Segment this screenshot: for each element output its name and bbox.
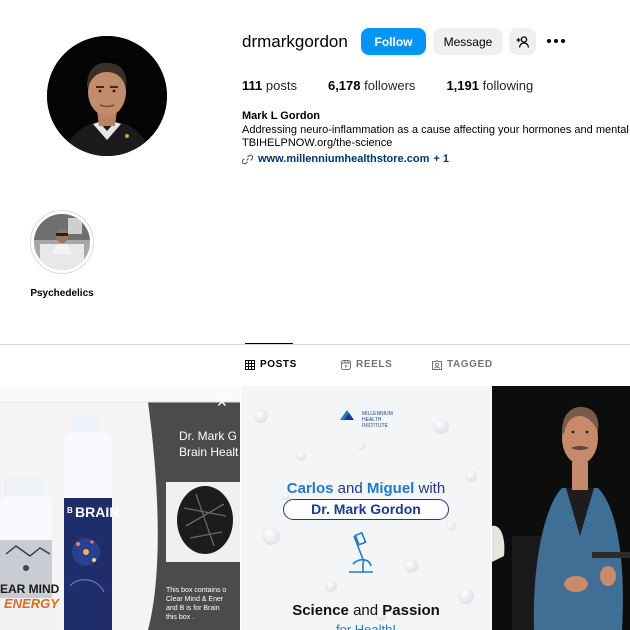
- link-more[interactable]: + 1: [433, 153, 449, 165]
- post2-subheadline: Science and Passion: [241, 602, 491, 619]
- highlight-psychedelics[interactable]: [30, 210, 94, 274]
- bottle-clear-label: EAR MIND: [0, 582, 60, 596]
- profile-stats: 111 posts 6,178 followers 1,191 followin…: [242, 78, 564, 93]
- post1-caption-line: and B is for Brain: [166, 605, 220, 612]
- person-add-icon: [516, 35, 529, 48]
- post2-logo-text: MILLENNIUM HEALTH INSTITUTE: [362, 411, 393, 429]
- profile-link[interactable]: www.millenniumhealthstore.com + 1: [242, 153, 449, 165]
- post2-word: Miguel: [366, 480, 415, 497]
- bottle-energy-label: ENERGY: [4, 596, 59, 611]
- post1-caption-line: this box .: [166, 614, 195, 621]
- close-icon: ✕: [216, 394, 228, 410]
- post-tile[interactable]: [492, 386, 630, 630]
- bottle-brain-prefix: B: [67, 506, 73, 515]
- post2-word: Science: [292, 602, 349, 619]
- more-dot: [554, 39, 558, 43]
- profile-username: drmarkgordon: [242, 32, 348, 51]
- post1-title: Dr. Mark G Brain Healt: [179, 428, 238, 460]
- profile-avatar[interactable]: [47, 36, 167, 156]
- tab-reels[interactable]: REELS: [341, 359, 392, 370]
- post1-title-line: Brain Healt: [179, 445, 239, 459]
- reels-icon: [341, 359, 351, 370]
- highlight-cover: [34, 214, 90, 270]
- post1-caption-line: This box contains o: [166, 587, 227, 594]
- suggest-user-button[interactable]: [509, 28, 536, 55]
- more-horizontal-icon: [547, 39, 551, 43]
- post2-word: Carlos: [286, 480, 334, 497]
- post1-title-line: Dr. Mark G: [179, 429, 238, 443]
- link-chain-icon: [242, 154, 253, 165]
- post2-headline: Carlos and Miguel with: [241, 480, 491, 497]
- message-button[interactable]: Message: [433, 28, 503, 55]
- post-image: [492, 386, 630, 630]
- post2-word: and: [337, 480, 363, 497]
- grid-icon: [245, 359, 255, 370]
- tab-tagged[interactable]: TAGGED: [432, 359, 493, 370]
- tab-label: TAGGED: [447, 359, 493, 370]
- more-dot: [561, 39, 565, 43]
- more-options-button[interactable]: [545, 31, 567, 51]
- follow-button[interactable]: Follow: [361, 28, 426, 55]
- tabs-divider: [0, 344, 630, 345]
- post2-word: with: [418, 480, 446, 497]
- post1-caption-line: Clear Mind & Ener: [166, 596, 224, 603]
- followers-count[interactable]: 6,178 followers: [328, 78, 415, 93]
- profile-full-name: Mark L Gordon: [242, 110, 321, 122]
- link-url[interactable]: www.millenniumhealthstore.com: [258, 153, 429, 165]
- post2-word: Passion: [382, 602, 440, 619]
- tab-label: REELS: [356, 359, 393, 370]
- profile-photo: [47, 36, 167, 156]
- logo-text-line: INSTITUTE: [362, 423, 388, 429]
- bio-line: Addressing neuro-inflammation as a cause…: [242, 124, 629, 136]
- post2-name-pill: Dr. Mark Gordon: [283, 499, 449, 520]
- post2-tagline: for Health!: [336, 622, 396, 630]
- tab-posts[interactable]: POSTS: [245, 359, 297, 370]
- bottle-brain-label: BRAIN: [75, 504, 120, 520]
- profile-bio: Addressing neuro-inflammation as a cause…: [242, 124, 630, 150]
- bio-line: TBIHELPNOW.org/the-science: [242, 137, 393, 149]
- active-tab-indicator: [245, 343, 293, 344]
- post2-word: and: [353, 602, 379, 619]
- tagged-icon: [432, 359, 442, 370]
- following-count[interactable]: 1,191 following: [446, 78, 533, 93]
- highlight-label: Psychedelics: [30, 288, 94, 299]
- posts-count: 111 posts: [242, 78, 297, 93]
- post1-caption: This box contains o Clear Mind & Ener an…: [166, 586, 226, 622]
- tab-label: POSTS: [260, 359, 297, 370]
- post-tile[interactable]: B BRAIN EAR MIND ENERGY ✕ Dr. Mark G Bra…: [0, 386, 240, 630]
